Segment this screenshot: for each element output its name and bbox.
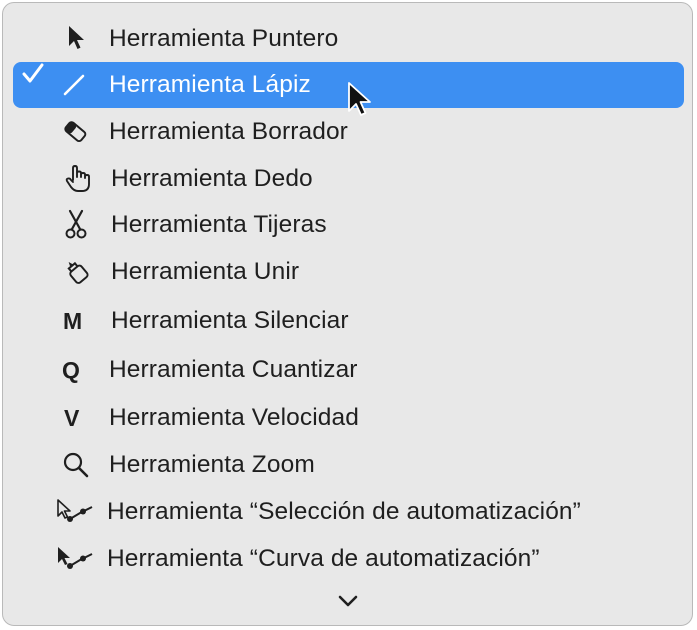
glue-icon (61, 249, 101, 295)
velocity-letter-icon: V (64, 405, 80, 431)
menu-item-automation-curve-tool[interactable]: Herramienta “Curva de automatización” (13, 536, 684, 582)
menu-item-velocity-tool[interactable]: V Herramienta Velocidad (13, 395, 684, 441)
menu-item-label: Herramienta Tijeras (111, 211, 327, 238)
menu-item-glue-tool[interactable]: Herramienta Unir (13, 249, 684, 295)
menu-item-label: Herramienta Lápiz (109, 71, 311, 98)
menu-item-finger-tool[interactable]: Herramienta Dedo (13, 156, 684, 202)
menu-item-label: Herramienta Cuantizar (109, 356, 358, 383)
menu-item-label: Herramienta “Selección de automatización… (107, 498, 581, 525)
menu-item-label: Herramienta Silenciar (111, 307, 349, 334)
scissors-icon (63, 202, 103, 248)
pencil-icon (61, 62, 101, 108)
menu-item-label: Herramienta Velocidad (109, 404, 359, 431)
menu-item-label: Herramienta Unir (111, 258, 300, 285)
automation-select-icon (55, 489, 97, 535)
finger-hand-icon (63, 156, 103, 202)
scroll-down-chevron-icon[interactable] (336, 591, 360, 611)
quantize-letter-icon: Q (62, 357, 80, 383)
automation-curve-icon (55, 536, 97, 582)
menu-item-mute-tool[interactable]: M Herramienta Silenciar (13, 298, 684, 344)
pointer-arrow-icon (63, 16, 103, 62)
menu-item-automation-select-tool[interactable]: Herramienta “Selección de automatización… (13, 489, 684, 535)
menu-item-label: Herramienta Puntero (109, 25, 339, 52)
menu-item-scissors-tool[interactable]: Herramienta Tijeras (13, 202, 684, 248)
checkmark-icon (21, 62, 49, 108)
magnifier-icon (61, 442, 101, 488)
menu-item-label: Herramienta Zoom (109, 451, 315, 478)
menu-item-zoom-tool[interactable]: Herramienta Zoom (13, 442, 684, 488)
menu-item-pointer-tool[interactable]: Herramienta Puntero (13, 16, 684, 62)
menu-item-label: Herramienta Dedo (111, 165, 313, 192)
menu-item-label: Herramienta Borrador (109, 118, 348, 145)
menu-item-label: Herramienta “Curva de automatización” (107, 545, 540, 572)
menu-item-quantize-tool[interactable]: Q Herramienta Cuantizar (13, 347, 684, 393)
mute-letter-icon: M (63, 308, 83, 334)
mouse-cursor-icon (347, 81, 371, 121)
tool-menu: Herramienta Puntero Herramienta Lápiz He… (2, 2, 693, 626)
eraser-icon (61, 109, 101, 155)
